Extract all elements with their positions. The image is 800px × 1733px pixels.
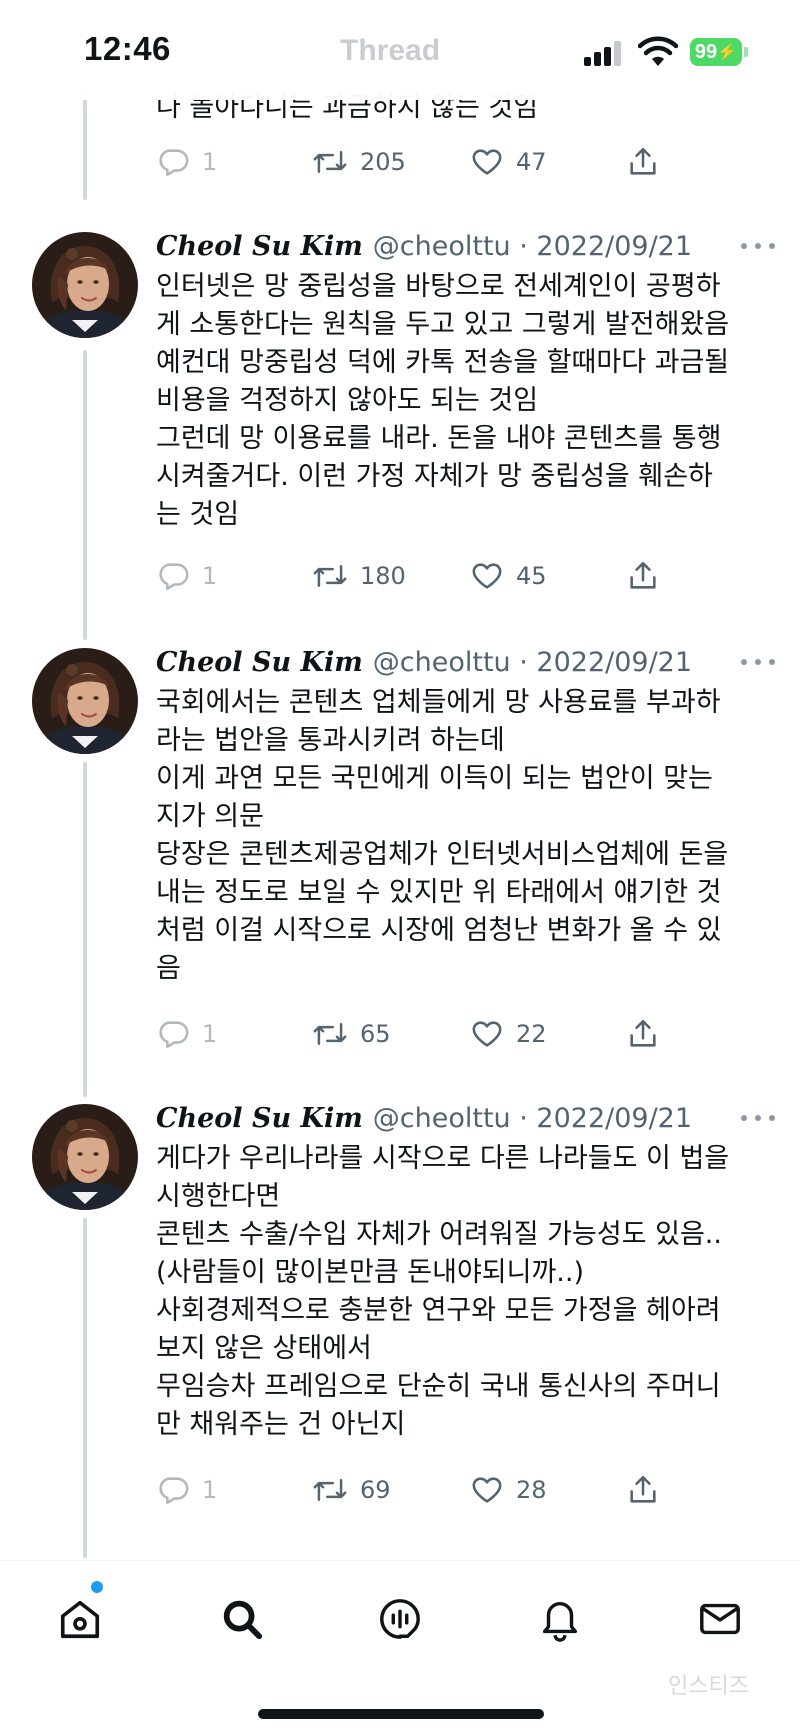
notifications-icon: [542, 1602, 578, 1642]
like-count: 45: [516, 562, 547, 590]
battery-tip: [744, 47, 748, 57]
retweet-button[interactable]: 180: [312, 554, 406, 598]
cellular-signal-icon: [584, 40, 628, 66]
author-handle-date[interactable]: @cheolttu · 2022/09/21: [373, 647, 692, 678]
retweet-icon: [313, 151, 347, 173]
status-bar: Thread 12:46 99 ⚡: [0, 0, 800, 100]
tweet-text: 게다가 우리나라를 시작으로 다른 나라들도 이 법을 시행한다면 콘텐츠 수출…: [156, 1143, 730, 1440]
retweet-count: 65: [360, 1020, 391, 1048]
tab-spaces[interactable]: [372, 1591, 428, 1647]
heart-icon: [472, 149, 502, 175]
status-time: 12:46: [84, 30, 171, 67]
messages-icon: [700, 1603, 740, 1635]
share-icon: [630, 1019, 656, 1047]
share-button[interactable]: [626, 554, 660, 598]
tweet-actions: 1 180 45: [156, 554, 676, 598]
thread-line: [83, 88, 87, 200]
avatar-image: [32, 232, 138, 338]
like-count: 28: [516, 1476, 547, 1504]
retweet-icon: [313, 1479, 347, 1501]
reply-icon: [159, 149, 189, 177]
avatar-image: [32, 648, 138, 754]
more-options-icon[interactable]: [732, 232, 784, 260]
share-icon: [630, 561, 656, 589]
like-count: 22: [516, 1020, 547, 1048]
heart-icon: [472, 1477, 502, 1503]
retweet-count: 69: [360, 1476, 391, 1504]
share-button[interactable]: [626, 1012, 660, 1056]
reply-count: 1: [202, 562, 218, 590]
reply-button[interactable]: 1: [156, 140, 217, 184]
tweet-header: Cheol Su Kim @cheolttu · 2022/09/21: [156, 640, 692, 684]
tab-messages[interactable]: [692, 1591, 748, 1647]
retweet-icon: [313, 565, 347, 587]
partial-tweet-actions: 1 205 47: [156, 140, 676, 184]
author-name[interactable]: Cheol Su Kim: [156, 647, 363, 678]
tab-search[interactable]: [214, 1591, 270, 1647]
author-handle-date[interactable]: @cheolttu · 2022/09/21: [373, 1103, 692, 1134]
home-notification-dot: [89, 1579, 105, 1595]
author-name[interactable]: Cheol Su Kim: [156, 1103, 363, 1134]
tweet-text: 인터넷은 망 중립성을 바탕으로 전세계인이 공평하 게 소통한다는 원칙을 두…: [156, 271, 730, 530]
like-button[interactable]: 47: [470, 140, 547, 184]
battery-level: 99: [694, 40, 718, 63]
thread-line: [83, 762, 87, 1097]
reply-icon: [159, 1477, 189, 1505]
spaces-icon: [380, 1599, 420, 1639]
more-options-icon[interactable]: [732, 1104, 784, 1132]
avatar[interactable]: [32, 232, 138, 338]
reply-count: 1: [202, 1020, 218, 1048]
retweet-count: 180: [360, 562, 406, 590]
wifi-icon: [638, 36, 678, 66]
retweet-button[interactable]: 205: [312, 140, 406, 184]
like-button[interactable]: 28: [470, 1468, 547, 1512]
share-icon: [630, 1475, 656, 1503]
search-icon: [223, 1600, 263, 1640]
home-icon: [60, 1600, 100, 1639]
reply-icon: [159, 563, 189, 591]
heart-icon: [472, 1021, 502, 1047]
tweet-header: Cheol Su Kim @cheolttu · 2022/09/21: [156, 1096, 692, 1140]
watermark: 인스티즈: [668, 1674, 749, 1699]
tab-notifications[interactable]: [532, 1591, 588, 1647]
share-button[interactable]: [626, 140, 660, 184]
reply-count: 1: [202, 148, 218, 176]
avatar[interactable]: [32, 648, 138, 754]
more-options-icon[interactable]: [732, 648, 784, 676]
share-button[interactable]: [626, 1468, 660, 1512]
reply-button[interactable]: 1: [156, 1468, 217, 1512]
reply-button[interactable]: 1: [156, 1012, 217, 1056]
like-count: 47: [516, 148, 547, 176]
avatar[interactable]: [32, 1104, 138, 1210]
retweet-button[interactable]: 69: [312, 1468, 391, 1512]
reply-count: 1: [202, 1476, 218, 1504]
heart-icon: [472, 563, 502, 589]
retweet-button[interactable]: 65: [312, 1012, 391, 1056]
like-button[interactable]: 45: [470, 554, 547, 598]
reply-icon: [159, 1021, 189, 1049]
thread-line: [83, 350, 87, 640]
share-icon: [630, 147, 656, 175]
retweet-icon: [313, 1023, 347, 1045]
retweet-count: 205: [360, 148, 406, 176]
reply-button[interactable]: 1: [156, 554, 217, 598]
thread-line: [83, 1218, 87, 1558]
author-handle-date[interactable]: @cheolttu · 2022/09/21: [373, 231, 692, 262]
author-name[interactable]: Cheol Su Kim: [156, 231, 363, 262]
battery-icon: 99 ⚡: [690, 38, 742, 66]
tab-home[interactable]: [52, 1591, 108, 1647]
tweet-actions: 1 65 22: [156, 1012, 676, 1056]
home-indicator[interactable]: [258, 1709, 544, 1719]
avatar-image: [32, 1104, 138, 1210]
tweet-header: Cheol Su Kim @cheolttu · 2022/09/21: [156, 224, 692, 268]
header-title-ghost: Thread: [340, 34, 441, 67]
tab-bar: 인스티즈: [0, 1560, 800, 1733]
tweet-text: 국회에서는 콘텐츠 업체들에게 망 사용료를 부과하 라는 법안을 통과시키려 …: [156, 687, 729, 984]
tweet-actions: 1 69 28: [156, 1468, 676, 1512]
like-button[interactable]: 22: [470, 1012, 547, 1056]
